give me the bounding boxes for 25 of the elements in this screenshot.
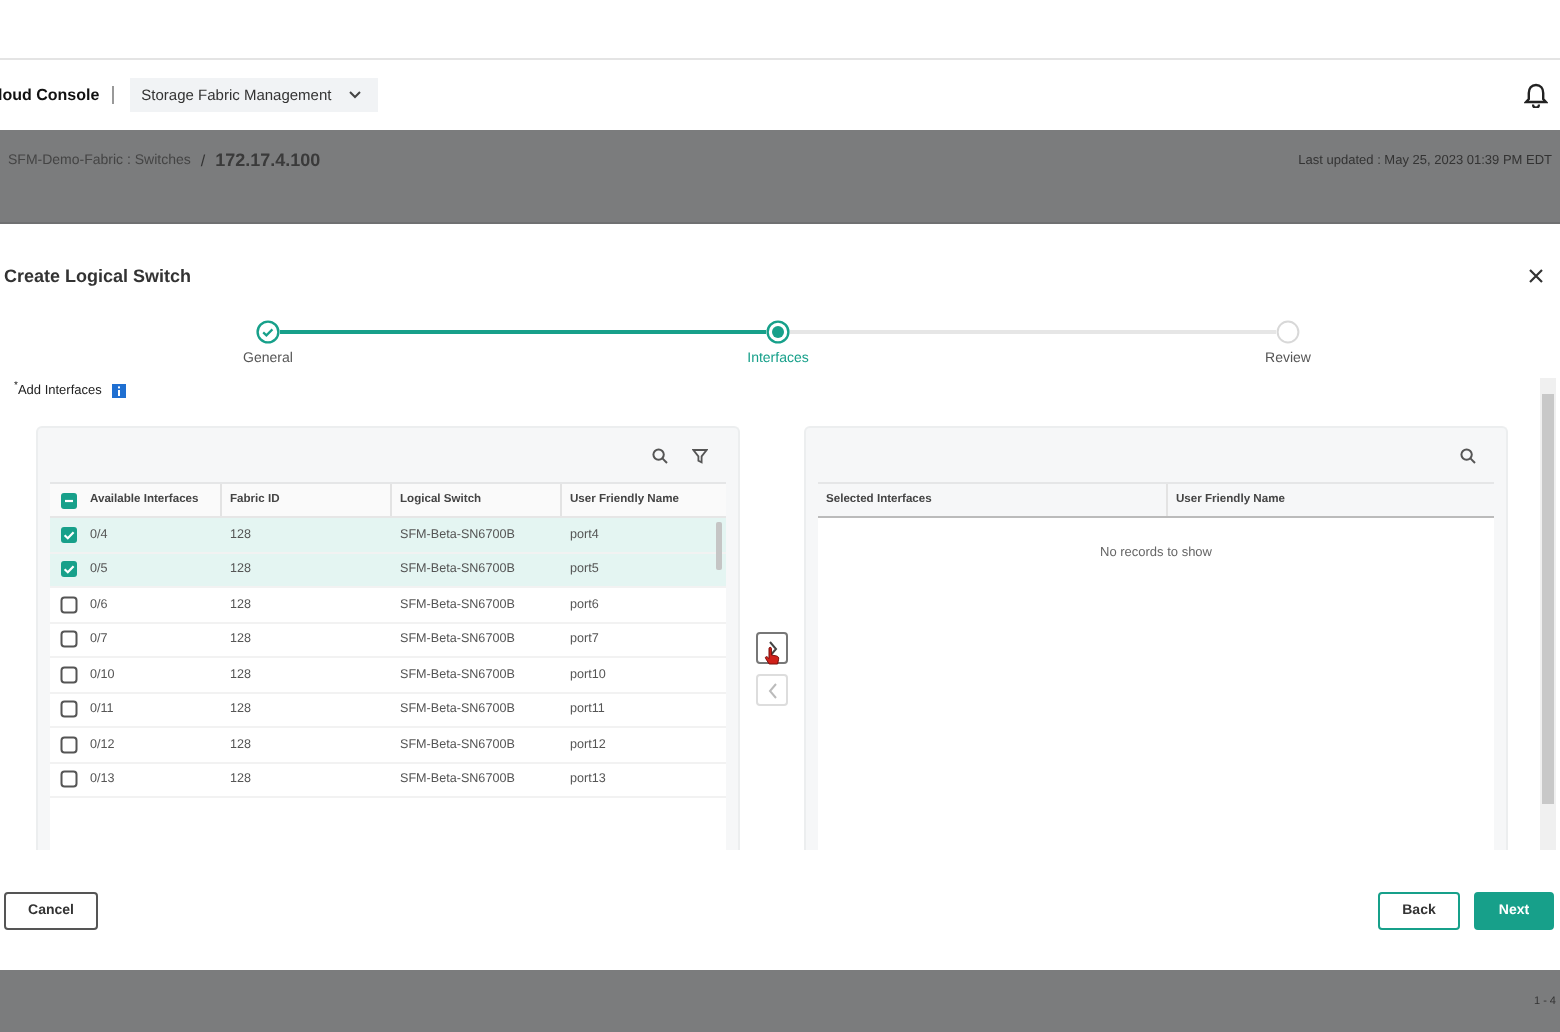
search-icon[interactable] [1460, 447, 1476, 463]
bell-icon[interactable] [1524, 82, 1548, 108]
checkbox[interactable] [60, 491, 78, 509]
scrollbar[interactable] [1540, 378, 1556, 850]
scrollbar-thumb[interactable] [716, 522, 722, 570]
checkbox[interactable] [60, 525, 78, 544]
checkbox[interactable] [60, 630, 78, 649]
hand-cursor-icon [764, 646, 780, 666]
checkbox[interactable] [60, 700, 78, 719]
info-icon [111, 383, 126, 397]
breadcrumb-separator: / [200, 151, 206, 169]
checkbox[interactable] [60, 770, 78, 789]
checkbox[interactable] [60, 735, 78, 754]
search-icon[interactable] [652, 447, 668, 463]
checkbox[interactable] [60, 665, 78, 684]
checkbox[interactable] [60, 595, 78, 614]
checkbox[interactable] [60, 560, 78, 579]
chevron-right-icon [765, 639, 779, 657]
chevron-left-icon [765, 681, 779, 699]
chevron-down-icon [347, 90, 362, 100]
move-right-button[interactable] [756, 632, 788, 664]
dialog-title: Create Logical Switch [4, 266, 192, 286]
close-icon[interactable] [1528, 268, 1544, 284]
page-title: 172.17.4.100 [215, 150, 321, 170]
filter-icon[interactable] [692, 447, 708, 463]
